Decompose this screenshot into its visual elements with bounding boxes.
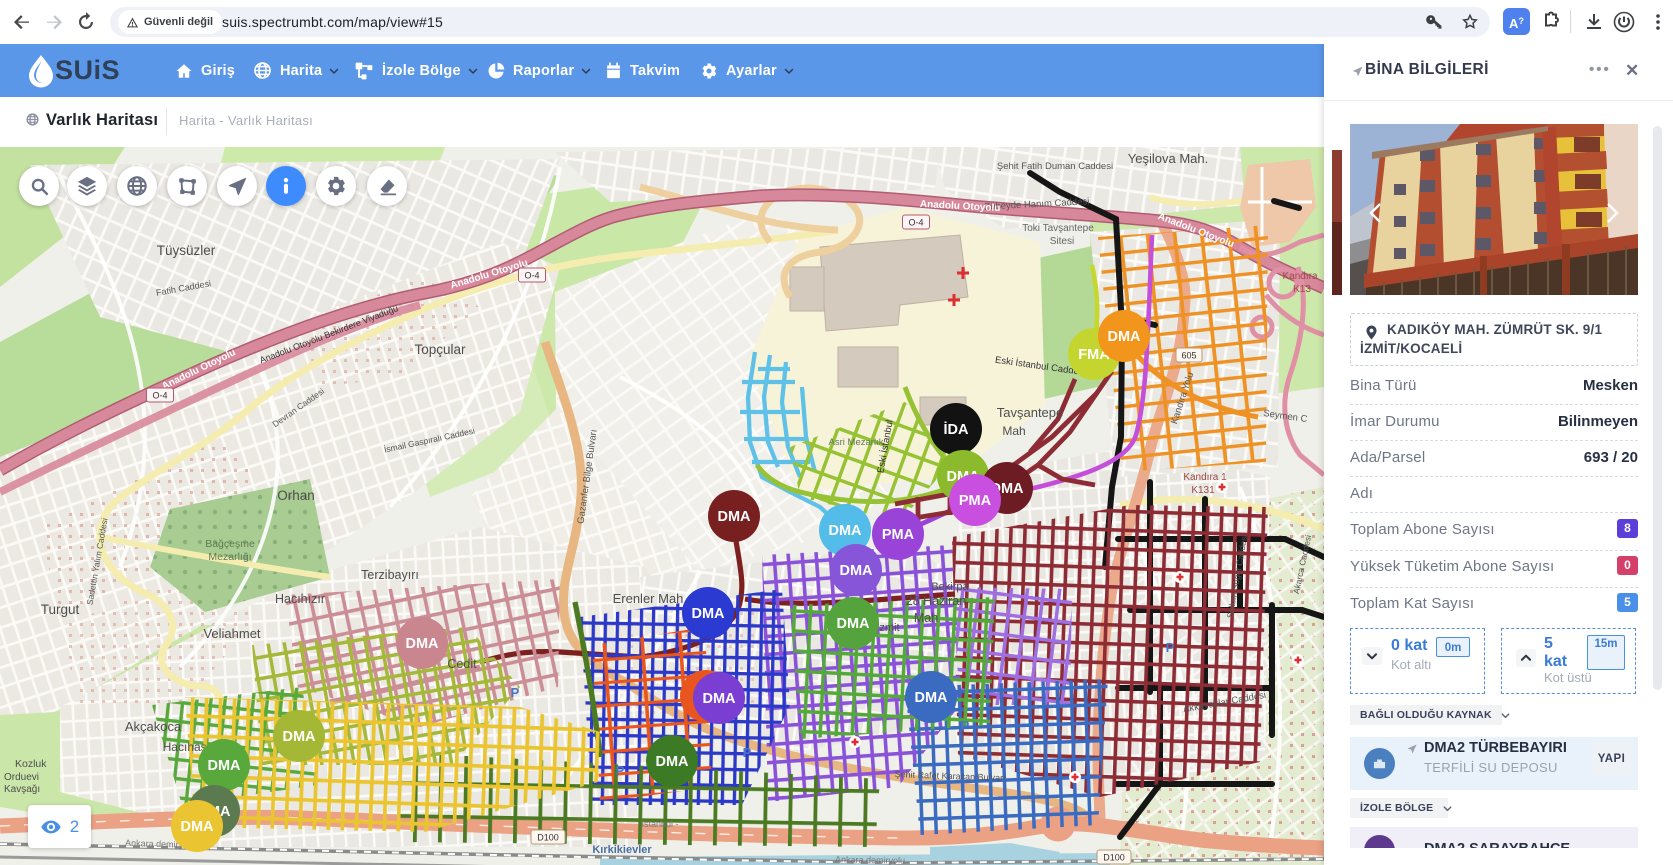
svg-text:D100: D100 bbox=[537, 833, 559, 843]
svg-text:605: 605 bbox=[1181, 351, 1196, 361]
svg-text:DMA: DMA bbox=[1107, 329, 1141, 345]
svg-text:DMA: DMA bbox=[717, 509, 751, 525]
svg-text:O-4: O-4 bbox=[152, 391, 167, 401]
svg-text:Terzibayırı: Terzibayırı bbox=[361, 568, 419, 582]
svg-text:Mah: Mah bbox=[1002, 424, 1025, 438]
svg-text:Orhan: Orhan bbox=[277, 488, 315, 503]
svg-text:P: P bbox=[743, 745, 752, 760]
svg-text:Turgut: Turgut bbox=[41, 602, 80, 617]
svg-text:DMA: DMA bbox=[282, 729, 316, 745]
svg-text:Kandıra: Kandıra bbox=[1282, 271, 1317, 282]
svg-text:PMA: PMA bbox=[959, 493, 992, 509]
svg-text:Yeşilova Mah.: Yeşilova Mah. bbox=[1128, 151, 1208, 166]
svg-text:DMA: DMA bbox=[914, 690, 948, 706]
svg-text:Tüysüzler: Tüysüzler bbox=[157, 243, 216, 258]
svg-text:Veliahmet: Veliahmet bbox=[203, 626, 260, 641]
svg-text:Bağçeşme: Bağçeşme bbox=[205, 538, 255, 550]
svg-text:DMA: DMA bbox=[180, 819, 214, 835]
svg-text:İstanbul -: İstanbul - bbox=[641, 819, 678, 829]
svg-text:K131: K131 bbox=[1191, 485, 1215, 496]
svg-text:Cedit: Cedit bbox=[447, 657, 477, 671]
svg-text:28 Haziran: 28 Haziran bbox=[906, 594, 966, 608]
svg-text:P: P bbox=[511, 685, 520, 700]
svg-text:O-4: O-4 bbox=[524, 271, 539, 281]
svg-text:P: P bbox=[616, 763, 625, 778]
svg-text:Kavşağı: Kavşağı bbox=[4, 784, 40, 795]
svg-text:DMA: DMA bbox=[655, 754, 689, 770]
svg-text:Toki Tavşantepe: Toki Tavşantepe bbox=[1022, 223, 1094, 234]
svg-text:Asri Mezarlık: Asri Mezarlık bbox=[829, 437, 884, 448]
svg-text:Sitesi: Sitesi bbox=[1050, 236, 1074, 247]
svg-text:Orduevi: Orduevi bbox=[4, 772, 39, 783]
svg-text:Şehit Fatih Duman Caddesi: Şehit Fatih Duman Caddesi bbox=[997, 161, 1113, 172]
svg-text:Akçakoca: Akçakoca bbox=[125, 719, 182, 734]
svg-text:PMA: PMA bbox=[882, 527, 915, 543]
svg-text:DMA: DMA bbox=[702, 691, 736, 707]
svg-text:P: P bbox=[961, 718, 970, 733]
svg-text:Mah: Mah bbox=[914, 611, 938, 625]
svg-text:K13: K13 bbox=[1293, 284, 1311, 295]
svg-text:P: P bbox=[1166, 640, 1175, 655]
svg-text:İDA: İDA bbox=[944, 421, 970, 438]
svg-text:Erenler Mah: Erenler Mah bbox=[613, 591, 684, 606]
svg-text:D100: D100 bbox=[1103, 853, 1125, 863]
svg-text:O-4: O-4 bbox=[908, 218, 923, 228]
svg-text:Topçular: Topçular bbox=[414, 342, 466, 357]
svg-text:DMA: DMA bbox=[405, 636, 439, 652]
svg-text:Tavşantepe: Tavşantepe bbox=[997, 405, 1064, 420]
svg-text:DMA: DMA bbox=[836, 616, 870, 632]
svg-text:Bekirpa: Bekirpa bbox=[931, 581, 969, 593]
svg-text:DMA: DMA bbox=[207, 758, 241, 774]
svg-text:DMA: DMA bbox=[691, 606, 725, 622]
svg-text:Mezarlığı: Mezarlığı bbox=[208, 551, 251, 563]
svg-text:Hacıhızır: Hacıhızır bbox=[275, 592, 325, 606]
svg-text:DMA: DMA bbox=[839, 563, 873, 579]
svg-text:Ankara demiryolu: Ankara demiryolu bbox=[835, 854, 905, 865]
svg-text:DMA: DMA bbox=[828, 523, 862, 539]
svg-text:İzmit: İzmit bbox=[876, 621, 899, 634]
svg-text:Kozluk: Kozluk bbox=[15, 758, 47, 770]
svg-text:Kırkikievler: Kırkikievler bbox=[592, 844, 652, 856]
